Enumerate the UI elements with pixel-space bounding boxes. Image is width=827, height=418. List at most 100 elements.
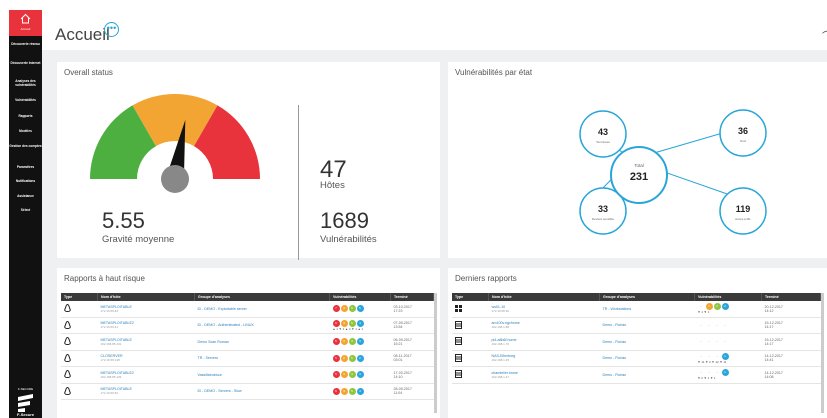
sidebar-item-notifications[interactable]: Notifications <box>9 179 42 184</box>
table-row[interactable]: METASPLOITABLE 172.16.56.84 ID - DEMO - S… <box>61 383 434 400</box>
table-row[interactable]: METASPLOITABLE 192.168.85.131 Demo Scan R… <box>61 333 434 351</box>
column-header[interactable]: Vulnérabilités <box>329 293 391 301</box>
low-count: 4 <box>356 387 364 395</box>
state-node-completed[interactable]: 43 Terminées <box>579 110 627 158</box>
high-count: 3 <box>340 387 348 395</box>
high-count: — <box>707 370 711 375</box>
sidebar-item-support[interactable]: Assistance <box>9 194 42 199</box>
finished-time: 17:23 <box>393 308 403 313</box>
panel-title: Rapports à haut risque <box>64 274 145 283</box>
hosts-label: Hôtes <box>320 180 345 191</box>
node-value: 119 <box>736 204 751 214</box>
table-row[interactable]: CLOSERVER 172.16.58.138 TR - Servers 5252… <box>61 350 434 367</box>
critical-count: 7 <box>332 305 340 313</box>
host-ip: 192.168.85.129 <box>100 374 122 379</box>
scan-group-link[interactable]: Demo - Florian <box>603 373 627 377</box>
latest-reports-table: Type Nom d'hôte Groupe d'analyses Vulnér… <box>452 293 821 384</box>
column-header[interactable]: Type <box>452 293 489 301</box>
severity-gauge <box>90 94 260 193</box>
scan-group-link[interactable]: Vassiltstruktuur <box>198 373 222 377</box>
state-node-open[interactable]: 36 Ouvt <box>719 109 767 157</box>
critical-count: 6 <box>332 387 340 395</box>
state-node-total[interactable]: Total 231 <box>610 146 668 204</box>
table-row[interactable]: NAS-Ellenborg 192.168.1.45 Demo - Florian… <box>452 350 821 367</box>
table-row[interactable]: chandelier.home 192.168.1.47 Demo - Flori… <box>452 366 821 384</box>
node-value: 43 <box>598 127 608 137</box>
table-row[interactable]: METASPLOITABLE2 172.16.56.61 ID - DEMO - … <box>61 317 434 334</box>
scan-group-link[interactable]: ID - DEMO - Authenticated - LINUX <box>198 323 254 327</box>
table-row[interactable]: METASPLOITABLE 172.16.56.84 ID - DEMO - E… <box>61 301 434 318</box>
column-header[interactable]: Groupe d'analyses <box>194 293 330 301</box>
brand-small: F-SECURE <box>17 387 34 391</box>
trend-indicators: ▲ 1 ▼ 2 ▲ 4 ▼ 1 ▲ 1 <box>332 326 364 331</box>
host-ip: 192.168.85.131 <box>100 341 122 346</box>
sidebar: Accueil Découverte réseau Découverte Int… <box>9 10 42 418</box>
finished-time: 14:41 <box>764 358 774 363</box>
dashboard-content: Overall status 5.55 Gravité moyenne 4 7 H… <box>42 50 827 418</box>
finished-time: 14:10 <box>393 374 403 379</box>
low-count: 1 <box>721 369 729 377</box>
table-row[interactable]: ws01-10 172.16.58.30 TR - Workstations —1… <box>452 301 821 318</box>
sidebar-item-select[interactable]: Sélect <box>9 208 42 213</box>
trend-indicators: ▼ 1 ▼ 1 <box>697 310 710 315</box>
scan-group-link[interactable]: ID - DEMO - Exploitable server <box>198 307 247 311</box>
table-scrollbar[interactable] <box>434 293 437 413</box>
scan-group-link[interactable]: Demo - Florian <box>603 340 627 344</box>
column-header[interactable]: Nom d'hôte <box>97 293 195 301</box>
host-ip: 172.16.58.138 <box>100 358 120 363</box>
sidebar-item-vulnerabilities[interactable]: Vulnérabilités <box>9 98 42 103</box>
table-row[interactable]: am100v.ngchome 192.168.1.88 Demo - Floria… <box>452 317 821 334</box>
sidebar-item-settings[interactable]: Paramètres <box>9 165 42 170</box>
finished-time: 14:17 <box>764 341 774 346</box>
finished-time: 15:21 <box>393 341 403 346</box>
sidebar-item-accounts[interactable]: Gestion des comptes <box>9 144 42 149</box>
sidebar-item-templates[interactable]: Modèles <box>9 129 42 134</box>
host-ip: 172.16.56.61 <box>100 325 119 330</box>
high-count: 2 <box>340 354 348 362</box>
column-header[interactable]: Terminé <box>390 293 434 301</box>
host-ip: 172.16.56.84 <box>100 391 119 396</box>
low-count: 4 <box>356 319 364 327</box>
high-count: 3 <box>340 319 348 327</box>
table-row[interactable]: METASPLOITABLE2 192.168.85.129 Vassiltstr… <box>61 366 434 384</box>
state-node-access[interactable]: 119 Accès à ML <box>719 187 767 235</box>
more-options-button[interactable]: ••• <box>104 22 119 37</box>
sidebar-item-vuln-scans[interactable]: Analyses des vulnérabilités <box>9 79 42 88</box>
sidebar-item-home[interactable]: Accueil <box>9 10 42 36</box>
high-risk-table: Type Nom d'hôte Groupe d'analyses Vulnér… <box>61 293 434 400</box>
host-ip: 192.168.1.45 <box>491 358 510 363</box>
trend-indicators: ▼ 11 ▼ 2 ▼ 12 ▼ 11 <box>697 359 727 364</box>
column-header[interactable]: Nom d'hôte <box>488 293 600 301</box>
sidebar-item-reports[interactable]: Rapports <box>9 114 42 119</box>
medium-count: — <box>715 370 719 375</box>
medium-count: 2 <box>713 303 721 311</box>
scan-group-link[interactable]: Demo - Florian <box>603 323 627 327</box>
trend-indicators: ▼ 2 ▼ 1 ▼ 1 <box>697 376 716 381</box>
scan-group-link[interactable]: ID - DEMO - Servers - Slow <box>198 389 242 393</box>
critical-count: 5 <box>332 371 340 379</box>
table-scrollbar[interactable] <box>821 293 824 413</box>
scan-group-link[interactable]: Demo Scan Roman <box>198 340 229 344</box>
table-row[interactable]: pi4-a8b6f.home 192.168.1.70 Demo - Floria… <box>452 333 821 351</box>
medium-count: 5 <box>348 354 356 362</box>
vulns-by-state-panel: Vulnérabilités par état 43 Terminées 36 … <box>448 62 827 258</box>
column-header[interactable]: Groupe d'analyses <box>599 293 695 301</box>
scan-group-link[interactable]: TR - Workstations <box>603 307 632 311</box>
column-header[interactable]: Terminé <box>761 293 821 301</box>
sidebar-item-internet-discovery[interactable]: Découverte Internet <box>9 61 42 66</box>
total-label: Total <box>634 163 644 168</box>
sidebar-item-network-discovery[interactable]: Découverte réseau <box>9 42 42 47</box>
high-count: 3 <box>340 338 348 346</box>
scan-group-link[interactable]: Demo - Florian <box>603 356 627 360</box>
top-bar: Accueil ••• ⌒ <box>42 10 827 50</box>
column-header[interactable]: Type <box>61 293 98 301</box>
critical-count: 5 <box>332 338 340 346</box>
medium-count: — <box>715 322 719 327</box>
lock-icon[interactable]: ⌒ <box>822 28 827 44</box>
low-count: 3 <box>356 371 364 379</box>
panel-title: Derniers rapports <box>455 274 517 283</box>
column-header[interactable]: Vulnérabilités <box>694 293 762 301</box>
scan-group-link[interactable]: TR - Servers <box>198 356 218 360</box>
server-icon <box>455 320 462 329</box>
medium-count: — <box>715 339 719 344</box>
